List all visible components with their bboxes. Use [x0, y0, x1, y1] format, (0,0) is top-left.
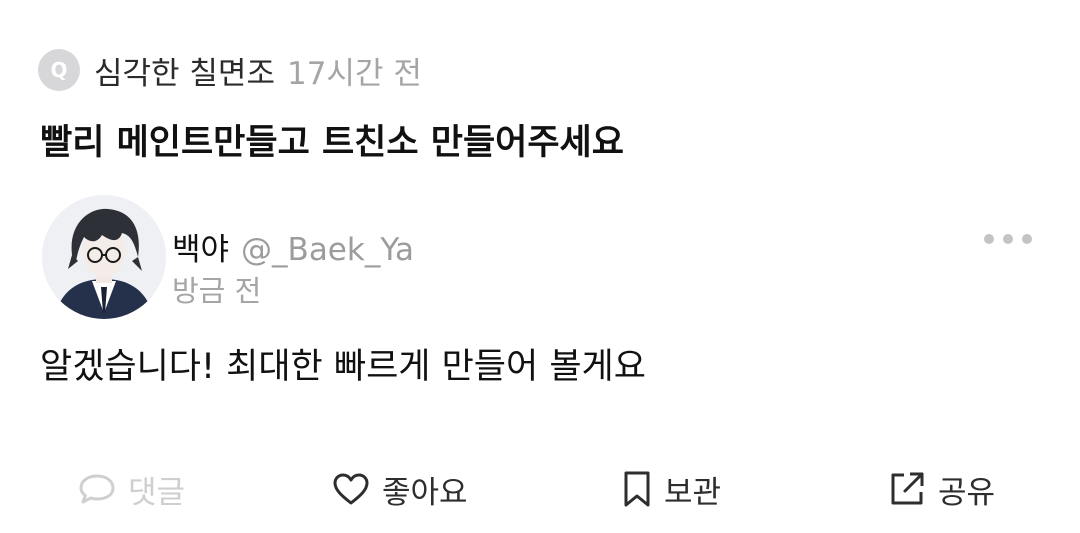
action-bar: 댓글 좋아요 보관 공유 [0, 464, 1080, 514]
bookmark-icon [624, 471, 650, 507]
save-label: 보관 [664, 474, 722, 511]
question-author[interactable]: 심각한 칠면조 [94, 48, 275, 93]
share-icon [891, 472, 924, 505]
comment-button[interactable]: 댓글 [78, 464, 185, 514]
answerer-handle[interactable]: @_Baek_Ya [241, 232, 414, 268]
answer-text: 알겠습니다! 최대한 빠르게 만들어 볼게요 [40, 347, 646, 387]
like-button[interactable]: 좋아요 [332, 464, 468, 514]
question-header: Q 심각한 칠면조 17시간 전 [38, 48, 422, 92]
save-button[interactable]: 보관 [622, 464, 721, 514]
answerer-name[interactable]: 백야 [172, 224, 229, 269]
more-dot [1022, 234, 1032, 244]
more-dot [1003, 234, 1013, 244]
question-text: 빨리 메인트만들고 트친소 만들어주세요 [40, 123, 624, 163]
answer-time: 방금 전 [172, 274, 262, 308]
share-label: 공유 [938, 474, 996, 511]
avatar[interactable] [42, 195, 166, 319]
more-dots-icon[interactable] [984, 226, 1032, 252]
answerer-name-row[interactable]: 백야 @_Baek_Ya [172, 224, 414, 269]
q-badge-icon: Q [38, 49, 80, 91]
heart-icon [333, 473, 369, 505]
comment-bubble-icon [79, 474, 115, 504]
like-label: 좋아요 [382, 474, 468, 511]
more-dot [984, 234, 994, 244]
share-button[interactable]: 공유 [888, 464, 995, 514]
comment-label: 댓글 [128, 474, 186, 511]
question-time: 17시간 전 [286, 55, 422, 92]
